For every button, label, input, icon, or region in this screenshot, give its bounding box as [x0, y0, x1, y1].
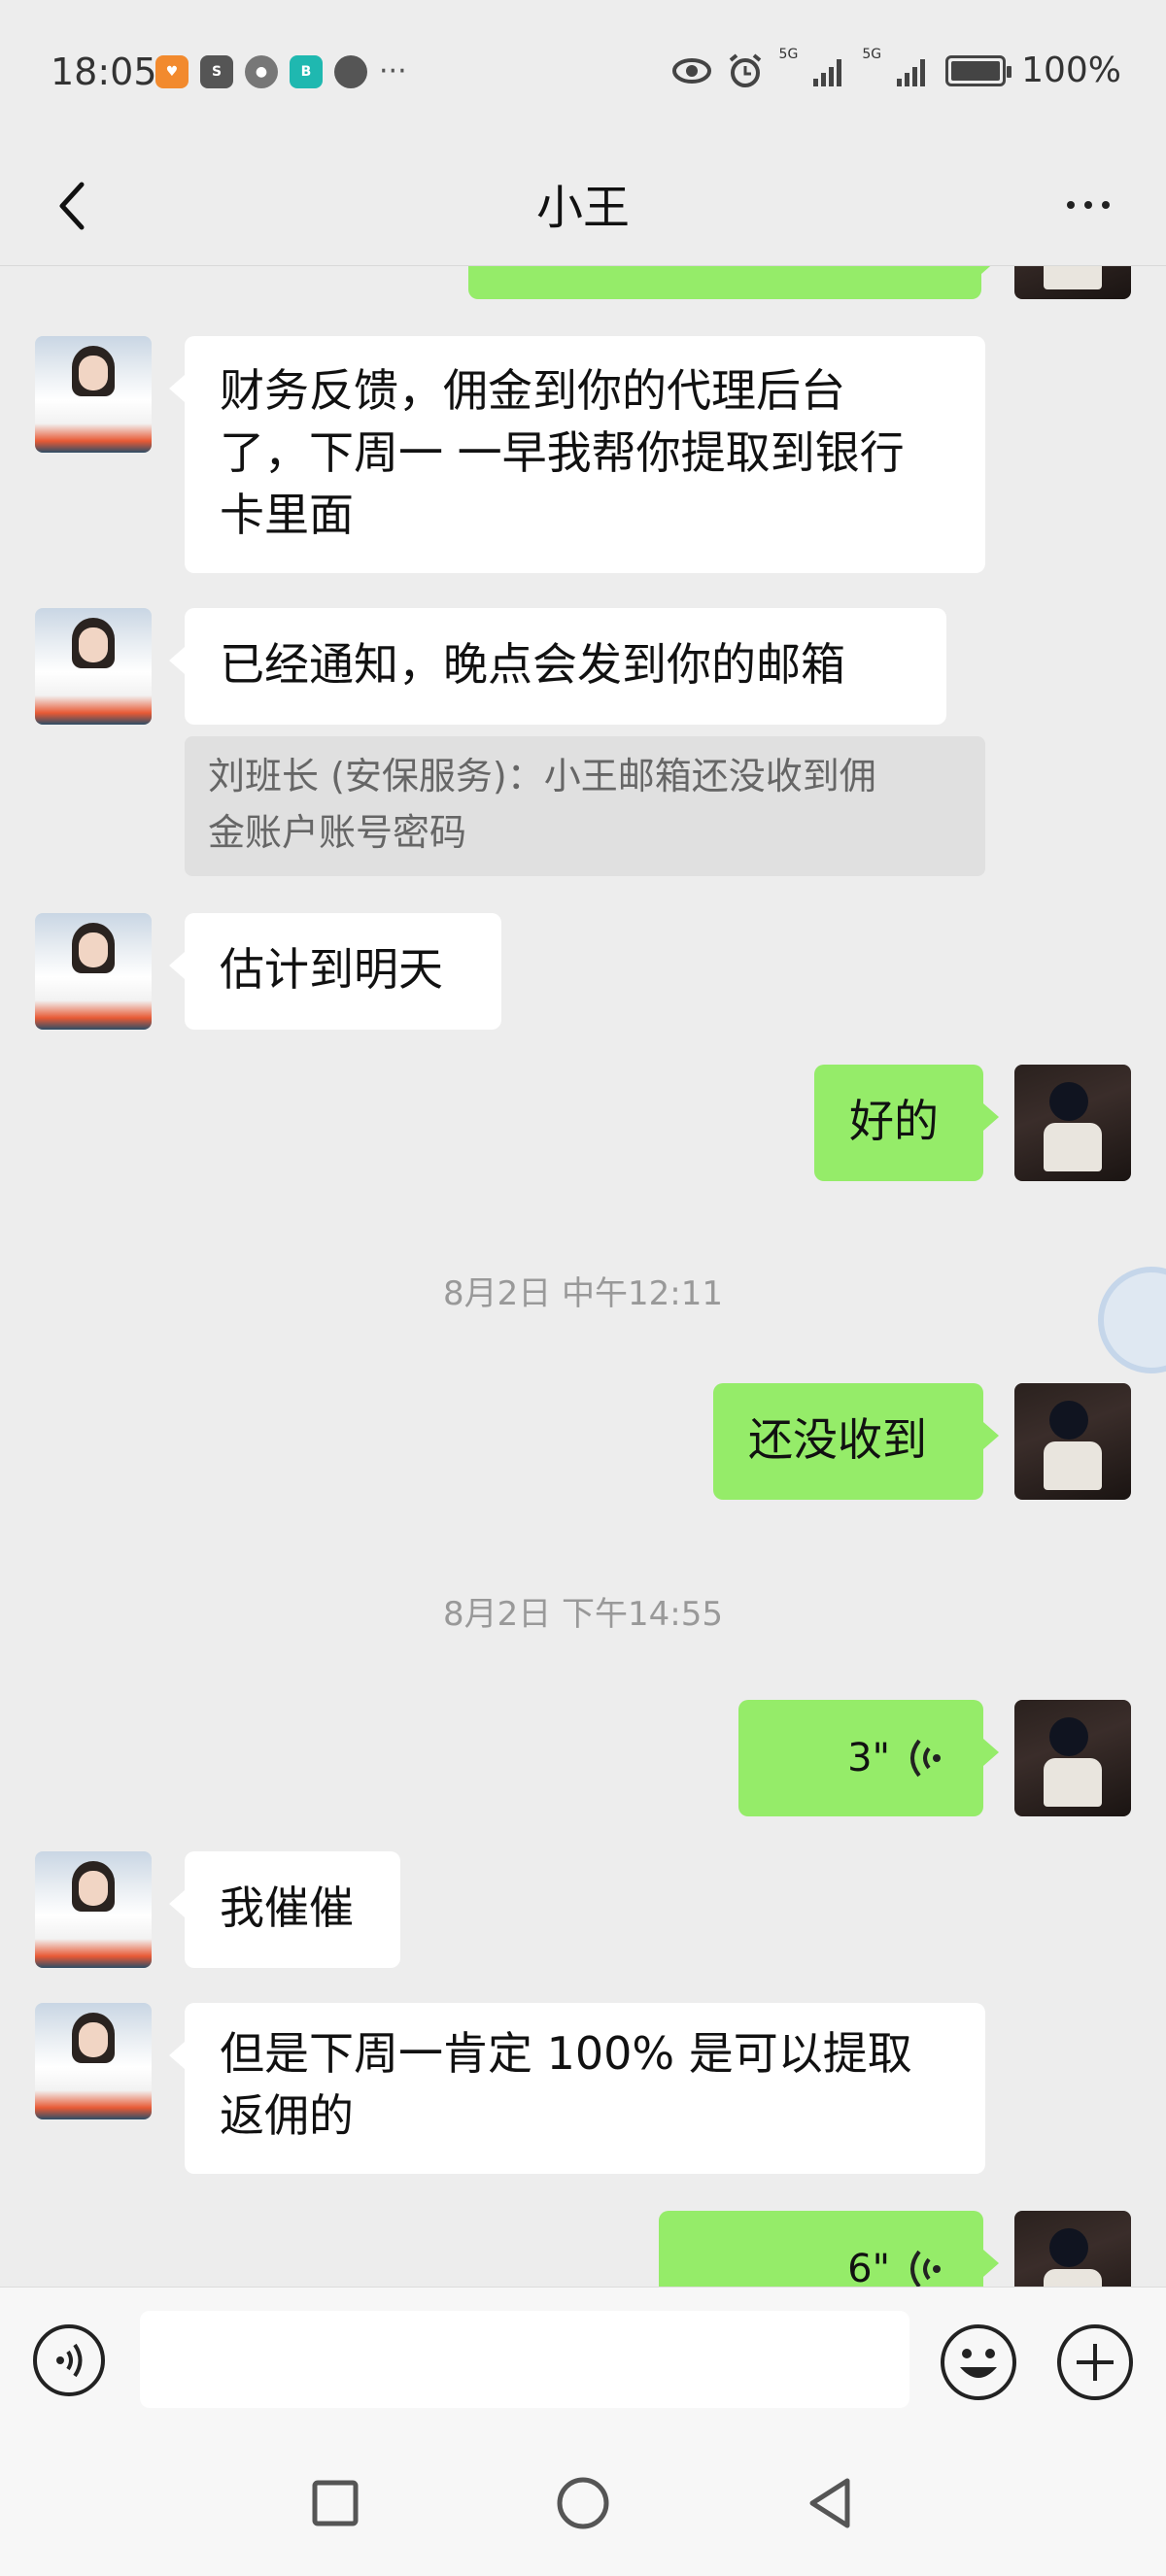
- contact-avatar[interactable]: [35, 2003, 152, 2119]
- alarm-icon: [729, 52, 761, 87]
- dot-icon: [1067, 201, 1075, 209]
- eye-icon: [671, 57, 711, 84]
- voice-duration: 6": [847, 2247, 890, 2287]
- contact-avatar[interactable]: [35, 336, 152, 453]
- contact-avatar[interactable]: [35, 608, 152, 725]
- message-line: 了，下周一 一早我帮你提取到银行: [220, 426, 905, 479]
- taobao-icon: ♥: [155, 54, 189, 88]
- voice-input-button[interactable]: [31, 2322, 107, 2398]
- recent-apps-button[interactable]: [301, 2469, 369, 2537]
- battery-level: 100%: [1021, 51, 1121, 90]
- my-avatar[interactable]: [1014, 1383, 1131, 1500]
- message-bubble-outgoing[interactable]: [468, 266, 997, 299]
- message-line: 卡里面: [220, 489, 354, 541]
- voice-message-bubble[interactable]: 6": [659, 2211, 999, 2287]
- quote-line: 金账户账号密码: [208, 811, 467, 854]
- status-time: 18:05: [51, 51, 157, 93]
- my-avatar[interactable]: [1014, 2211, 1131, 2287]
- home-button[interactable]: [549, 2469, 617, 2537]
- more-options-button[interactable]: [1049, 171, 1127, 239]
- contact-avatar[interactable]: [35, 1851, 152, 1968]
- message-bubble-outgoing[interactable]: 还没收到: [713, 1383, 999, 1500]
- message-bubble-incoming[interactable]: 我催催: [169, 1851, 400, 1968]
- message-line: 但是下周一肯定 100% 是可以提取: [220, 2027, 912, 2080]
- more-notifications-icon: ···: [379, 54, 407, 88]
- chat-header: 小王: [0, 146, 1166, 266]
- message-line: 返佣的: [220, 2089, 354, 2142]
- network-type-1: 5G: [778, 47, 799, 62]
- message-icon: [334, 54, 367, 88]
- voice-duration: 3": [847, 1736, 890, 1780]
- back-nav-button[interactable]: [797, 2469, 865, 2537]
- message-line: 财务反馈，佣金到你的代理后台: [220, 364, 845, 417]
- message-bubble-incoming[interactable]: 但是下周一肯定 100% 是可以提取 返佣的: [169, 2003, 985, 2174]
- signal-icon: [813, 58, 842, 86]
- dot-icon: [1084, 201, 1092, 209]
- voice-message-bubble[interactable]: 3": [738, 1700, 999, 1816]
- wechat-icon: ●: [245, 54, 278, 88]
- message-bubble-incoming[interactable]: 财务反馈，佣金到你的代理后台 了，下周一 一早我帮你提取到银行 卡里面: [169, 336, 985, 573]
- dot-icon: [1102, 201, 1110, 209]
- network-type-2: 5G: [862, 47, 882, 62]
- more-functions-button[interactable]: [1055, 2322, 1135, 2402]
- my-avatar[interactable]: [1014, 1065, 1131, 1181]
- battery-icon: [945, 54, 1012, 86]
- contact-avatar[interactable]: [35, 913, 152, 1030]
- system-nav-bar: [0, 2430, 1166, 2576]
- message-bubble-incoming[interactable]: 已经通知，晚点会发到你的邮箱: [169, 608, 946, 725]
- chat-message-list[interactable]: 财务反馈，佣金到你的代理后台 了，下周一 一早我帮你提取到银行 卡里面 已经通知…: [0, 266, 1166, 2287]
- message-text: 我催催: [220, 1881, 354, 1934]
- message-bubble-outgoing[interactable]: 好的: [814, 1065, 999, 1181]
- message-bubble-incoming[interactable]: 估计到明天: [169, 913, 501, 1030]
- message-timestamp: 8月2日 下午14:55: [442, 1595, 724, 1634]
- my-avatar[interactable]: [1014, 266, 1131, 299]
- sina-icon: S: [200, 54, 233, 88]
- message-timestamp: 8月2日 中午12:11: [442, 1274, 724, 1313]
- message-input[interactable]: [140, 2311, 909, 2408]
- message-text: 估计到明天: [220, 943, 443, 996]
- voice-wave-icon: [910, 2250, 941, 2287]
- signal-icon-2: [897, 58, 926, 86]
- emoji-button[interactable]: [939, 2322, 1018, 2402]
- status-app-icons: ♥ S ● B ···: [155, 54, 407, 88]
- quoted-reply[interactable]: 刘班长 (安保服务)：小王邮箱还没收到佣 金账户账号密码: [185, 736, 985, 876]
- my-avatar[interactable]: [1014, 1700, 1131, 1816]
- status-bar: 18:05 ♥ S ● B ··· 5G 5G 100%: [0, 0, 1166, 146]
- message-text: 好的: [849, 1095, 939, 1147]
- quote-line: 刘班长 (安保服务)：小王邮箱还没收到佣: [208, 755, 876, 797]
- voice-wave-icon: [910, 1739, 941, 1778]
- message-text: 还没收到: [748, 1413, 927, 1466]
- input-bar: [0, 2287, 1166, 2430]
- status-right: 5G 5G 100%: [671, 47, 1121, 90]
- chat-title: 小王: [535, 181, 630, 235]
- message-text: 已经通知，晚点会发到你的邮箱: [220, 638, 845, 691]
- boss-icon: B: [290, 54, 323, 88]
